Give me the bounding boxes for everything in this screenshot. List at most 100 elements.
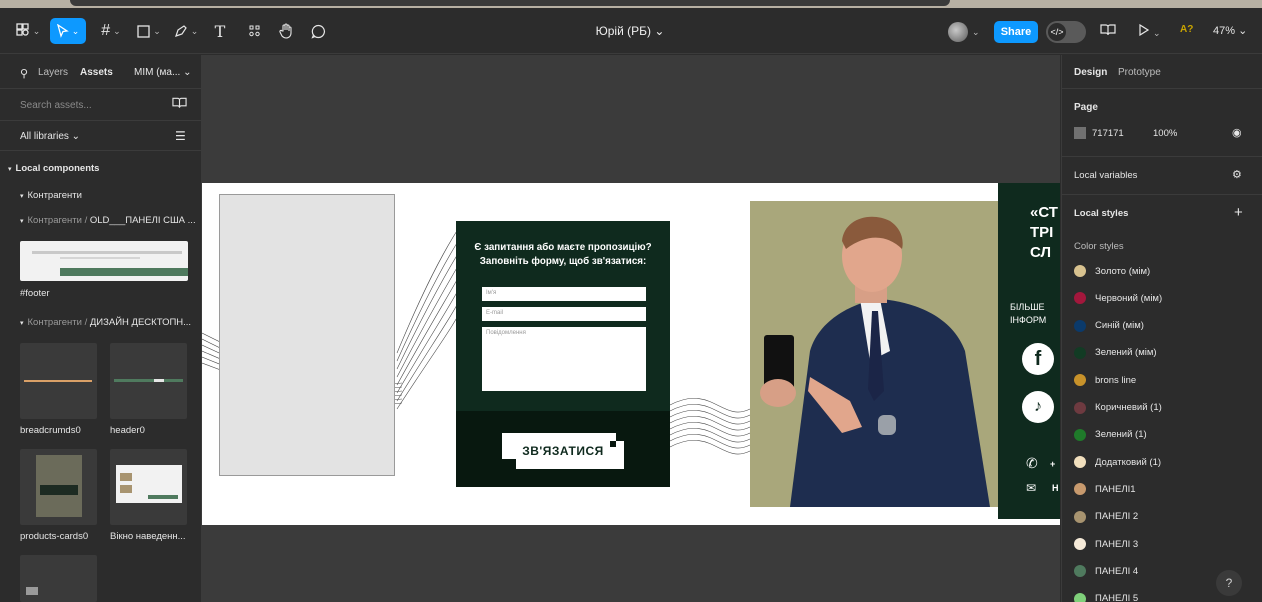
- color-swatch: [1074, 510, 1086, 523]
- color-swatch: [1074, 401, 1086, 414]
- color-style-item[interactable]: ПАНЕЛІ 3: [1074, 534, 1254, 554]
- color-style-name: Червоний (мім): [1095, 292, 1163, 304]
- local-styles-label: Local styles: [1074, 208, 1129, 219]
- facebook-icon[interactable]: f: [1022, 343, 1054, 375]
- zoom-level[interactable]: 47% ⌄: [1213, 24, 1247, 37]
- phone-icon: ✆: [1026, 455, 1038, 471]
- pen-tool-icon[interactable]: ⌄: [170, 18, 202, 44]
- library-book-icon[interactable]: [1100, 24, 1116, 39]
- hand-tool-icon[interactable]: [274, 18, 298, 44]
- search-icon[interactable]: ⚲: [20, 67, 28, 80]
- canvas[interactable]: Є запитання або маєте пропозицію? Заповн…: [202, 55, 1060, 602]
- local-variables-section[interactable]: Local variables ⚙: [1062, 157, 1262, 195]
- present-play-icon[interactable]: ⌄: [1138, 23, 1161, 39]
- group-desktop-design[interactable]: ▾ Контрагенти / ДИЗАЙН ДЕСКТОПН...: [20, 317, 191, 328]
- frame-tool-icon[interactable]: # ⌄: [96, 18, 126, 44]
- color-style-item[interactable]: Червоний (мім): [1074, 288, 1254, 308]
- color-style-name: Коричневий (1): [1095, 402, 1162, 413]
- dev-mode-toggle[interactable]: </>: [1046, 21, 1086, 43]
- color-style-name: ПАНЕЛІ 5: [1095, 593, 1139, 602]
- list-view-icon[interactable]: ☰: [175, 129, 186, 143]
- library-dropdown[interactable]: MIM (ма... ⌄: [134, 67, 191, 78]
- breadcrumbs-thumbnail[interactable]: [20, 343, 97, 419]
- portrait-photo[interactable]: [750, 201, 1008, 507]
- contact-button[interactable]: ЗВ'ЯЗАТИСЯ: [502, 433, 624, 469]
- help-button[interactable]: ?: [1216, 570, 1242, 596]
- color-swatch: [1074, 428, 1086, 441]
- products-cards-thumbnail[interactable]: [20, 449, 97, 525]
- color-swatch: [1074, 456, 1086, 469]
- left-panel: ⚲ Layers Assets MIM (ма... ⌄ Search asse…: [0, 55, 202, 602]
- main-menu-icon[interactable]: ⌄: [14, 18, 42, 44]
- component-label: breadcrumds0: [20, 425, 81, 436]
- font-issues-badge[interactable]: A?: [1180, 24, 1193, 35]
- component-thumbnail[interactable]: [20, 555, 97, 602]
- color-style-name: Зелений (мім): [1095, 347, 1157, 359]
- color-style-item[interactable]: brons line: [1074, 370, 1254, 390]
- design-frame[interactable]: Є запитання або маєте пропозицію? Заповн…: [202, 183, 1060, 525]
- contact-info-card[interactable]: «СТ ТРІ СЛ БІЛЬШЕ ІНФОРМ f ♪ ✆ + ✉ Н: [998, 183, 1060, 519]
- color-style-item[interactable]: Зелений (мім): [1074, 343, 1254, 363]
- all-libraries-dropdown[interactable]: All libraries ⌄: [20, 131, 80, 142]
- email-field[interactable]: E-mail: [482, 307, 646, 321]
- section-local-components[interactable]: ▾ Local components: [8, 163, 99, 174]
- message-field[interactable]: Повідомлення: [482, 327, 646, 391]
- form-title: Є запитання або маєте пропозицію? Заповн…: [474, 242, 652, 267]
- window-top-strip: [0, 0, 1262, 8]
- hover-window-thumbnail[interactable]: [110, 449, 187, 525]
- share-button[interactable]: Share: [994, 21, 1038, 43]
- color-style-name: ПАНЕЛІ 4: [1095, 565, 1139, 577]
- header-thumbnail[interactable]: [110, 343, 187, 419]
- figma-app: ⌄ ⌄ #⌄ ⌄ ⌄ T Юрій (РБ) ⌄ ⌄ Share </> ⌄: [0, 0, 1262, 602]
- file-name[interactable]: Юрій (РБ) ⌄: [560, 24, 700, 38]
- comment-tool-icon[interactable]: [306, 18, 330, 44]
- tab-design[interactable]: Design: [1074, 67, 1107, 78]
- user-avatar[interactable]: ⌄: [948, 21, 986, 43]
- color-swatch: [1074, 592, 1086, 602]
- left-panel-tabs: ⚲ Layers Assets MIM (ма... ⌄: [0, 55, 202, 89]
- library-book-icon[interactable]: [172, 97, 187, 112]
- tab-prototype[interactable]: Prototype: [1118, 67, 1161, 78]
- color-swatch: [1074, 292, 1086, 305]
- visibility-eye-icon[interactable]: ◉: [1232, 126, 1242, 139]
- color-style-item[interactable]: ПАНЕЛІ1: [1074, 479, 1254, 499]
- variables-settings-icon[interactable]: ⚙: [1232, 168, 1242, 181]
- placeholder-rectangle[interactable]: [219, 194, 395, 476]
- color-style-name: ПАНЕЛІ1: [1095, 483, 1136, 495]
- right-panel: Design Prototype Page 717171 100% ◉ Loca…: [1061, 55, 1262, 602]
- libraries-filter[interactable]: All libraries ⌄ ☰: [0, 121, 202, 151]
- color-style-item[interactable]: Додатковий (1): [1074, 452, 1254, 472]
- color-swatch: [1074, 265, 1086, 277]
- color-swatch: [1074, 374, 1086, 387]
- contact-form-card[interactable]: Є запитання або маєте пропозицію? Заповн…: [456, 221, 670, 487]
- footer-thumbnail[interactable]: [20, 241, 188, 281]
- mail-icon: ✉: [1026, 481, 1037, 495]
- color-style-name: Додатковий (1): [1095, 456, 1162, 468]
- name-field[interactable]: Ім'я: [482, 287, 646, 301]
- add-style-icon[interactable]: +: [1234, 204, 1243, 221]
- shape-tool-icon[interactable]: ⌄: [134, 18, 164, 44]
- text-tool-icon[interactable]: T: [210, 18, 230, 44]
- page-color-value[interactable]: 717171: [1092, 128, 1124, 139]
- color-style-item[interactable]: ПАНЕЛІ 2: [1074, 507, 1254, 527]
- color-style-item[interactable]: Золото (мім): [1074, 261, 1254, 281]
- color-style-name: ПАНЕЛІ 2: [1095, 511, 1139, 523]
- group-kontrahenty[interactable]: ▾ Контрагенти: [20, 190, 82, 201]
- color-style-item[interactable]: Синій (мім): [1074, 316, 1254, 336]
- color-style-item[interactable]: Коричневий (1): [1074, 398, 1254, 418]
- resources-icon[interactable]: [244, 18, 266, 44]
- tab-assets[interactable]: Assets: [80, 67, 113, 78]
- tiktok-icon[interactable]: ♪: [1022, 391, 1054, 423]
- move-tool-icon[interactable]: ⌄: [50, 18, 86, 44]
- color-style-item[interactable]: Зелений (1): [1074, 425, 1254, 445]
- color-style-name: ПАНЕЛІ 3: [1095, 538, 1139, 550]
- group-old-panels[interactable]: ▾ Контрагенти / OLD___ПАНЕЛІ США ...: [20, 215, 196, 226]
- tab-layers[interactable]: Layers: [38, 67, 68, 78]
- color-swatch: [1074, 319, 1086, 332]
- page-color-swatch[interactable]: [1074, 127, 1086, 139]
- assets-search[interactable]: Search assets...: [0, 89, 202, 121]
- color-style-name: brons line: [1095, 374, 1137, 386]
- page-opacity[interactable]: 100%: [1153, 128, 1177, 139]
- component-label: #footer: [20, 288, 50, 299]
- search-assets-input[interactable]: Search assets...: [20, 100, 92, 111]
